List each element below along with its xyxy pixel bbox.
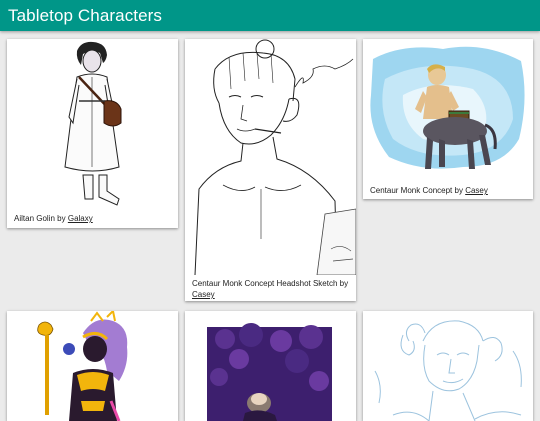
card-caption: Centaur Monk Concept Headshot Sketch by … bbox=[192, 278, 350, 300]
app-title: Tabletop Characters bbox=[8, 6, 163, 25]
character-card-centaur-monk[interactable]: Centaur Monk Concept by Casey bbox=[363, 39, 533, 199]
artist-link[interactable]: Galaxy bbox=[68, 214, 93, 223]
character-image[interactable] bbox=[363, 39, 533, 179]
character-card-centaur-monk-headshot[interactable]: Centaur Monk Concept Headshot Sketch by … bbox=[185, 39, 356, 301]
card-caption: Ailtan Golin by Galaxy bbox=[14, 213, 172, 224]
card-title: Centaur Monk Concept Headshot Sketch bbox=[192, 279, 338, 288]
card-by: by bbox=[57, 214, 66, 223]
character-card-ailtan-golin[interactable]: Ailtan Golin by Galaxy bbox=[7, 39, 178, 228]
card-title: Ailtan Golin bbox=[14, 214, 55, 223]
card-title: Centaur Monk Concept bbox=[370, 186, 453, 195]
app-bar: Tabletop Characters bbox=[0, 0, 540, 31]
character-image[interactable] bbox=[7, 39, 178, 211]
artist-link[interactable]: Casey bbox=[465, 186, 488, 195]
card-caption: Centaur Monk Concept by Casey bbox=[370, 185, 527, 196]
artist-link[interactable]: Casey bbox=[192, 290, 215, 299]
character-image[interactable] bbox=[185, 39, 356, 275]
card-by: by bbox=[454, 186, 463, 195]
card-by: by bbox=[339, 279, 349, 288]
